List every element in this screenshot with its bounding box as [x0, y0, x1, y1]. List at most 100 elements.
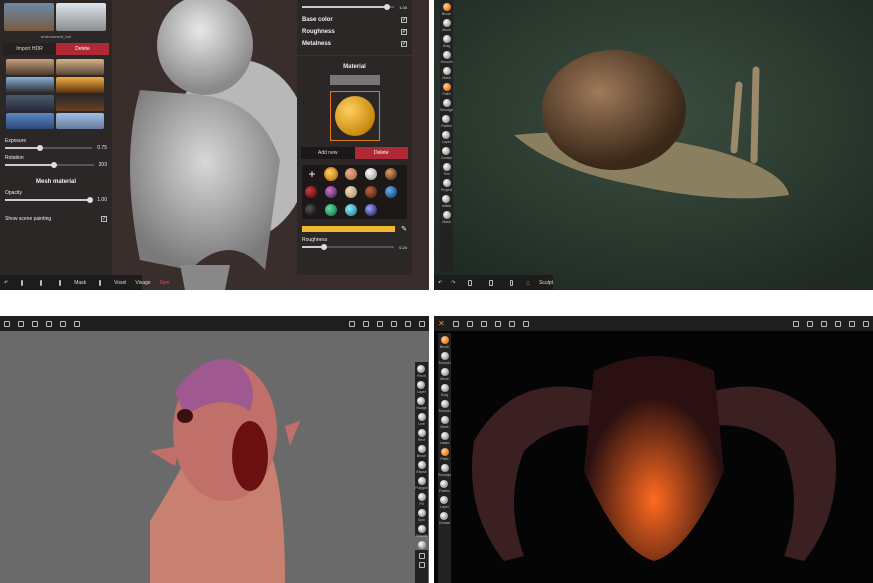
- tool-item[interactable]: Move: [440, 368, 449, 381]
- folder-icon[interactable]: [4, 320, 10, 327]
- voxel-button[interactable]: Voxel: [114, 280, 126, 286]
- tool-icon[interactable]: [418, 562, 425, 568]
- tool-item[interactable]: Mask: [440, 416, 449, 429]
- tool-item[interactable]: Paint: [442, 83, 451, 96]
- menu-icon[interactable]: [419, 320, 425, 327]
- tool-item[interactable]: Layer: [440, 496, 449, 509]
- tool-item[interactable]: Inflate: [442, 195, 451, 208]
- tool-item[interactable]: Nudge: [416, 397, 427, 410]
- roughness-slider[interactable]: [302, 244, 395, 250]
- camera-icon[interactable]: [59, 279, 62, 286]
- tool-item[interactable]: Crease: [439, 512, 450, 525]
- tool-item[interactable]: Trim: [442, 163, 451, 176]
- tool-item[interactable]: Brush: [417, 445, 426, 458]
- undo-icon[interactable]: ↶: [4, 280, 8, 286]
- pen-icon[interactable]: [363, 320, 369, 327]
- folder-icon[interactable]: [452, 320, 459, 327]
- close-icon[interactable]: ✕: [438, 319, 445, 328]
- tool-item[interactable]: Flatten: [439, 480, 450, 493]
- material-swatch[interactable]: [305, 186, 317, 198]
- tool-item[interactable]: Spin: [417, 509, 426, 522]
- settings-icon[interactable]: [494, 320, 501, 327]
- tool-item[interactable]: Brush: [442, 3, 451, 16]
- menu-icon[interactable]: [863, 320, 869, 327]
- tool-item[interactable]: Rect: [417, 429, 426, 442]
- tool-item[interactable]: Flatten: [441, 115, 452, 128]
- tool-item[interactable]: Drag: [440, 384, 449, 397]
- file-icon[interactable]: [21, 279, 24, 286]
- tool-item[interactable]: Smooth: [415, 525, 428, 538]
- camera-icon[interactable]: [522, 320, 529, 327]
- material-swatch[interactable]: [325, 204, 337, 216]
- tool-item[interactable]: Crease: [441, 147, 452, 160]
- warning-icon[interactable]: △: [526, 280, 530, 286]
- camera-icon[interactable]: [509, 279, 514, 286]
- material-swatch[interactable]: [385, 168, 397, 180]
- undo-icon[interactable]: ↶: [438, 280, 442, 286]
- color-bar[interactable]: [302, 226, 396, 232]
- scene-icon[interactable]: [18, 320, 24, 327]
- exposure-slider[interactable]: [5, 145, 93, 151]
- tool-item[interactable]: Pinch: [417, 365, 426, 378]
- hdr-thumb-4[interactable]: [56, 59, 104, 75]
- redo-icon[interactable]: ↷: [451, 280, 455, 286]
- scene-icon[interactable]: [40, 279, 43, 286]
- opacity-slider[interactable]: [5, 197, 93, 203]
- tool-item[interactable]: Paint: [440, 448, 449, 461]
- roughness-checkbox[interactable]: ✓: [401, 29, 407, 35]
- material-swatch[interactable]: [365, 168, 377, 180]
- top-slider[interactable]: [302, 4, 395, 10]
- material-swatch[interactable]: [345, 168, 357, 180]
- tool-item[interactable]: Lasso: [440, 432, 449, 445]
- palette-icon[interactable]: [391, 320, 397, 327]
- eyedropper-icon[interactable]: ✎: [401, 225, 407, 233]
- tool-item[interactable]: Project: [441, 179, 452, 192]
- tool-item[interactable]: Brush: [440, 336, 449, 349]
- symmetry-icon[interactable]: [821, 320, 827, 327]
- hdr-thumb-3[interactable]: [6, 59, 54, 75]
- tool-item[interactable]: Smooth: [438, 400, 451, 413]
- hdr-thumb-8[interactable]: [56, 95, 104, 111]
- rotation-slider[interactable]: [5, 162, 94, 168]
- material-swatch[interactable]: [345, 204, 357, 216]
- hdr-thumb-10[interactable]: [56, 113, 104, 129]
- camera-icon[interactable]: [74, 320, 80, 327]
- add-material-icon[interactable]: +: [305, 168, 319, 180]
- material-preview[interactable]: [329, 91, 380, 141]
- hdr-thumb-2[interactable]: [56, 3, 106, 31]
- tool-item[interactable]: Smudge: [440, 99, 453, 112]
- hdr-thumb-5[interactable]: [6, 77, 54, 93]
- metalness-checkbox[interactable]: ✓: [401, 41, 407, 47]
- image-icon[interactable]: [60, 320, 66, 327]
- tool-item[interactable]: Line: [417, 413, 426, 426]
- tool-item[interactable]: Fill: [417, 493, 426, 506]
- add-new-material-button[interactable]: Add new: [301, 147, 355, 159]
- grid-icon[interactable]: [32, 320, 38, 327]
- hdr-thumb-9[interactable]: [6, 113, 54, 129]
- scene-icon[interactable]: [489, 279, 493, 286]
- material-name-field[interactable]: [329, 75, 380, 85]
- tool-item[interactable]: Smooth: [438, 352, 451, 365]
- gear-icon[interactable]: [405, 320, 411, 327]
- tool-item[interactable]: Mask: [442, 211, 451, 224]
- delete-hdr-button[interactable]: Delete: [56, 43, 109, 55]
- material-swatch[interactable]: [324, 167, 338, 181]
- image-icon[interactable]: [508, 320, 515, 327]
- settings-icon[interactable]: [46, 320, 52, 327]
- material-swatch[interactable]: [305, 204, 317, 216]
- gear-icon[interactable]: [849, 320, 855, 327]
- delete-material-button[interactable]: Delete: [354, 147, 408, 159]
- base-color-checkbox[interactable]: ✓: [401, 17, 407, 23]
- tool-item[interactable]: Smooth: [440, 51, 453, 64]
- tool-item[interactable]: Move: [442, 19, 451, 32]
- tool-item[interactable]: Ellipse: [416, 461, 427, 474]
- material-swatch[interactable]: [365, 186, 377, 198]
- scene-icon[interactable]: [466, 320, 473, 327]
- brush-icon[interactable]: [793, 320, 799, 327]
- palette-icon[interactable]: [835, 320, 841, 327]
- grid-icon[interactable]: [99, 279, 102, 286]
- tool-icon[interactable]: [418, 553, 425, 559]
- material-swatch[interactable]: [345, 186, 357, 198]
- hdr-thumb-7[interactable]: [6, 95, 54, 111]
- material-swatch[interactable]: [325, 186, 337, 198]
